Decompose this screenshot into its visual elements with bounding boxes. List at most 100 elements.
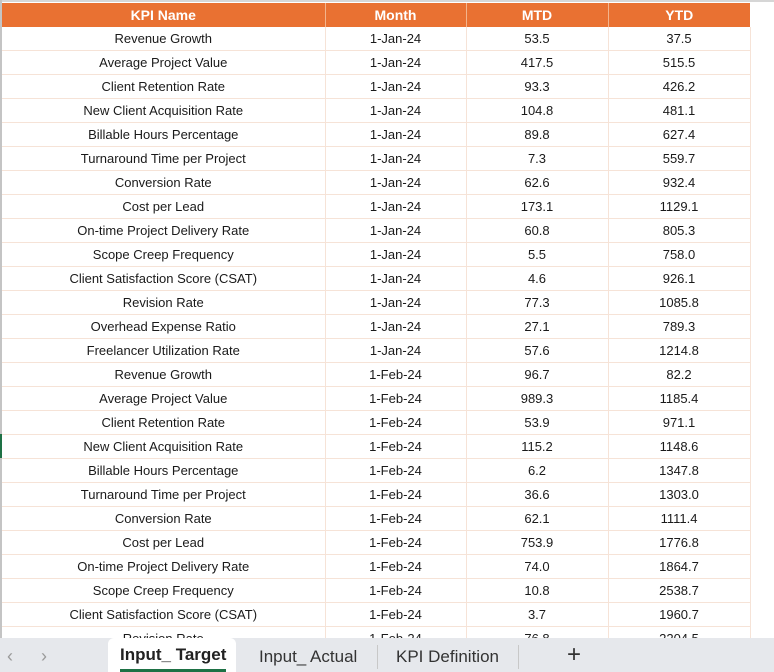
chevron-right-icon[interactable]: › bbox=[34, 646, 54, 667]
cell-mtd[interactable]: 27.1 bbox=[466, 314, 609, 339]
cell-ytd[interactable]: 789.3 bbox=[608, 314, 751, 339]
cell-mtd[interactable]: 115.2 bbox=[466, 434, 609, 459]
cell-mtd[interactable]: 89.8 bbox=[466, 122, 609, 147]
cell-mtd[interactable]: 60.8 bbox=[466, 218, 609, 243]
cell-month[interactable]: 1-Jan-24 bbox=[325, 242, 467, 267]
cell-mtd[interactable]: 62.1 bbox=[466, 506, 609, 531]
cell-kpi-name[interactable]: Client Retention Rate bbox=[2, 74, 326, 99]
cell-month[interactable]: 1-Jan-24 bbox=[325, 74, 467, 99]
header-mtd[interactable]: MTD bbox=[466, 3, 609, 27]
cell-month[interactable]: 1-Jan-24 bbox=[325, 266, 467, 291]
cell-ytd[interactable]: 1148.6 bbox=[608, 434, 751, 459]
cell-ytd[interactable]: 515.5 bbox=[608, 50, 751, 75]
cell-kpi-name[interactable]: On-time Project Delivery Rate bbox=[2, 218, 326, 243]
cell-ytd[interactable]: 758.0 bbox=[608, 242, 751, 267]
cell-kpi-name[interactable]: Average Project Value bbox=[2, 50, 326, 75]
cell-ytd[interactable]: 1185.4 bbox=[608, 386, 751, 411]
cell-month[interactable]: 1-Jan-24 bbox=[325, 98, 467, 123]
cell-ytd[interactable]: 82.2 bbox=[608, 362, 751, 387]
cell-month[interactable]: 1-Feb-24 bbox=[325, 362, 467, 387]
cell-month[interactable]: 1-Jan-24 bbox=[325, 218, 467, 243]
cell-month[interactable]: 1-Feb-24 bbox=[325, 530, 467, 555]
tab-input-actual[interactable]: Input_ Actual bbox=[259, 647, 357, 667]
cell-kpi-name[interactable]: Average Project Value bbox=[2, 386, 326, 411]
cell-ytd[interactable]: 1111.4 bbox=[608, 506, 751, 531]
cell-month[interactable]: 1-Feb-24 bbox=[325, 602, 467, 627]
cell-ytd[interactable]: 426.2 bbox=[608, 74, 751, 99]
cell-kpi-name[interactable]: Revision Rate bbox=[2, 290, 326, 315]
cell-kpi-name[interactable]: Turnaround Time per Project bbox=[2, 482, 326, 507]
cell-mtd[interactable]: 77.3 bbox=[466, 290, 609, 315]
cell-mtd[interactable]: 36.6 bbox=[466, 482, 609, 507]
cell-kpi-name[interactable]: Scope Creep Frequency bbox=[2, 242, 326, 267]
cell-month[interactable]: 1-Feb-24 bbox=[325, 506, 467, 531]
cell-mtd[interactable]: 10.8 bbox=[466, 578, 609, 603]
header-kpi-name[interactable]: KPI Name bbox=[2, 3, 326, 27]
cell-kpi-name[interactable]: Billable Hours Percentage bbox=[2, 122, 326, 147]
cell-month[interactable]: 1-Feb-24 bbox=[325, 410, 467, 435]
cell-kpi-name[interactable]: Turnaround Time per Project bbox=[2, 146, 326, 171]
cell-kpi-name[interactable]: Scope Creep Frequency bbox=[2, 578, 326, 603]
cell-mtd[interactable]: 7.3 bbox=[466, 146, 609, 171]
cell-ytd[interactable]: 805.3 bbox=[608, 218, 751, 243]
cell-ytd[interactable]: 926.1 bbox=[608, 266, 751, 291]
cell-kpi-name[interactable]: Billable Hours Percentage bbox=[2, 458, 326, 483]
cell-month[interactable]: 1-Jan-24 bbox=[325, 194, 467, 219]
cell-ytd[interactable]: 1085.8 bbox=[608, 290, 751, 315]
cell-mtd[interactable]: 53.5 bbox=[466, 27, 609, 51]
cell-ytd[interactable]: 1347.8 bbox=[608, 458, 751, 483]
cell-month[interactable]: 1-Feb-24 bbox=[325, 386, 467, 411]
cell-month[interactable]: 1-Jan-24 bbox=[325, 146, 467, 171]
cell-month[interactable]: 1-Feb-24 bbox=[325, 434, 467, 459]
cell-month[interactable]: 1-Jan-24 bbox=[325, 170, 467, 195]
cell-mtd[interactable]: 989.3 bbox=[466, 386, 609, 411]
tab-input-target[interactable]: Input_ Target bbox=[108, 638, 236, 672]
chevron-left-icon[interactable]: ‹ bbox=[0, 646, 20, 667]
add-sheet-icon[interactable]: + bbox=[567, 641, 581, 669]
cell-mtd[interactable]: 53.9 bbox=[466, 410, 609, 435]
cell-ytd[interactable]: 481.1 bbox=[608, 98, 751, 123]
cell-mtd[interactable]: 93.3 bbox=[466, 74, 609, 99]
cell-ytd[interactable]: 37.5 bbox=[608, 27, 751, 51]
cell-kpi-name[interactable]: Conversion Rate bbox=[2, 506, 326, 531]
cell-month[interactable]: 1-Jan-24 bbox=[325, 27, 467, 51]
header-ytd[interactable]: YTD bbox=[608, 3, 750, 27]
cell-mtd[interactable]: 417.5 bbox=[466, 50, 609, 75]
cell-kpi-name[interactable]: Freelancer Utilization Rate bbox=[2, 338, 326, 363]
cell-mtd[interactable]: 5.5 bbox=[466, 242, 609, 267]
cell-ytd[interactable]: 1864.7 bbox=[608, 554, 751, 579]
cell-month[interactable]: 1-Feb-24 bbox=[325, 458, 467, 483]
cell-mtd[interactable]: 57.6 bbox=[466, 338, 609, 363]
cell-mtd[interactable]: 4.6 bbox=[466, 266, 609, 291]
cell-ytd[interactable]: 1214.8 bbox=[608, 338, 751, 363]
cell-mtd[interactable]: 74.0 bbox=[466, 554, 609, 579]
cell-month[interactable]: 1-Jan-24 bbox=[325, 122, 467, 147]
cell-kpi-name[interactable]: Cost per Lead bbox=[2, 194, 326, 219]
cell-month[interactable]: 1-Feb-24 bbox=[325, 578, 467, 603]
cell-ytd[interactable]: 1303.0 bbox=[608, 482, 751, 507]
cell-ytd[interactable]: 932.4 bbox=[608, 170, 751, 195]
cell-kpi-name[interactable]: Revenue Growth bbox=[2, 362, 326, 387]
cell-mtd[interactable]: 62.6 bbox=[466, 170, 609, 195]
cell-kpi-name[interactable]: New Client Acquisition Rate bbox=[2, 434, 326, 459]
cell-ytd[interactable]: 1129.1 bbox=[608, 194, 751, 219]
cell-mtd[interactable]: 6.2 bbox=[466, 458, 609, 483]
cell-mtd[interactable]: 104.8 bbox=[466, 98, 609, 123]
cell-kpi-name[interactable]: Revenue Growth bbox=[2, 27, 326, 51]
cell-ytd[interactable]: 971.1 bbox=[608, 410, 751, 435]
cell-kpi-name[interactable]: New Client Acquisition Rate bbox=[2, 98, 326, 123]
cell-ytd[interactable]: 559.7 bbox=[608, 146, 751, 171]
cell-month[interactable]: 1-Feb-24 bbox=[325, 482, 467, 507]
tab-kpi-definition[interactable]: KPI Definition bbox=[396, 647, 499, 667]
cell-ytd[interactable]: 2538.7 bbox=[608, 578, 751, 603]
cell-mtd[interactable]: 753.9 bbox=[466, 530, 609, 555]
cell-ytd[interactable]: 627.4 bbox=[608, 122, 751, 147]
cell-mtd[interactable]: 96.7 bbox=[466, 362, 609, 387]
cell-month[interactable]: 1-Jan-24 bbox=[325, 338, 467, 363]
cell-kpi-name[interactable]: Conversion Rate bbox=[2, 170, 326, 195]
cell-kpi-name[interactable]: Cost per Lead bbox=[2, 530, 326, 555]
cell-ytd[interactable]: 1960.7 bbox=[608, 602, 751, 627]
header-month[interactable]: Month bbox=[325, 3, 467, 27]
cell-mtd[interactable]: 3.7 bbox=[466, 602, 609, 627]
cell-month[interactable]: 1-Feb-24 bbox=[325, 554, 467, 579]
